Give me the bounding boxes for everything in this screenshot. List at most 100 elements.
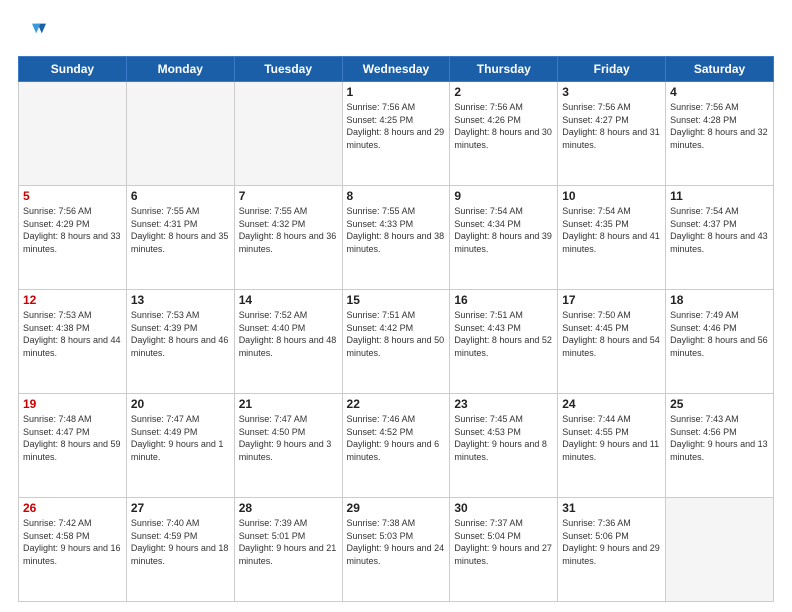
day-number: 15 <box>347 293 446 307</box>
day-info: Sunrise: 7:53 AM Sunset: 4:39 PM Dayligh… <box>131 309 230 359</box>
day-number: 6 <box>131 189 230 203</box>
day-info: Sunrise: 7:55 AM Sunset: 4:31 PM Dayligh… <box>131 205 230 255</box>
day-info: Sunrise: 7:56 AM Sunset: 4:25 PM Dayligh… <box>347 101 446 151</box>
calendar: SundayMondayTuesdayWednesdayThursdayFrid… <box>18 56 774 602</box>
day-number: 16 <box>454 293 553 307</box>
calendar-cell: 16 Sunrise: 7:51 AM Sunset: 4:43 PM Dayli… <box>450 290 558 394</box>
calendar-cell: 13 Sunrise: 7:53 AM Sunset: 4:39 PM Dayli… <box>126 290 234 394</box>
header <box>18 18 774 46</box>
week-row-5: 26Sunrise: 7:42 AM Sunset: 4:58 PM Dayli… <box>19 498 774 602</box>
day-info: Sunrise: 7:43 AM Sunset: 4:56 PM Dayligh… <box>670 413 769 463</box>
day-info: Sunrise: 7:47 AM Sunset: 4:49 PM Dayligh… <box>131 413 230 463</box>
day-info: Sunrise: 7:45 AM Sunset: 4:53 PM Dayligh… <box>454 413 553 463</box>
day-info: Sunrise: 7:54 AM Sunset: 4:34 PM Dayligh… <box>454 205 553 255</box>
calendar-cell: 29 Sunrise: 7:38 AM Sunset: 5:03 PM Dayli… <box>342 498 450 602</box>
day-number: 9 <box>454 189 553 203</box>
calendar-cell: 15 Sunrise: 7:51 AM Sunset: 4:42 PM Dayli… <box>342 290 450 394</box>
day-info: Sunrise: 7:39 AM Sunset: 5:01 PM Dayligh… <box>239 517 338 567</box>
week-row-3: 12 Sunrise: 7:53 AM Sunset: 4:38 PM Dayli… <box>19 290 774 394</box>
day-info: Sunrise: 7:54 AM Sunset: 4:35 PM Dayligh… <box>562 205 661 255</box>
day-info: Sunrise: 7:37 AM Sunset: 5:04 PM Dayligh… <box>454 517 553 567</box>
day-number: 11 <box>670 189 769 203</box>
calendar-cell: 20 Sunrise: 7:47 AM Sunset: 4:49 PM Dayli… <box>126 394 234 498</box>
calendar-cell: 3 Sunrise: 7:56 AM Sunset: 4:27 PM Daylig… <box>558 82 666 186</box>
week-row-4: 19 Sunrise: 7:48 AM Sunset: 4:47 PM Dayli… <box>19 394 774 498</box>
calendar-cell: 17Sunrise: 7:50 AM Sunset: 4:45 PM Dayli… <box>558 290 666 394</box>
calendar-cell: 1Sunrise: 7:56 AM Sunset: 4:25 PM Daylig… <box>342 82 450 186</box>
day-info: Sunrise: 7:51 AM Sunset: 4:43 PM Dayligh… <box>454 309 553 359</box>
day-number: 2 <box>454 85 553 99</box>
calendar-cell <box>666 498 774 602</box>
calendar-cell: 26Sunrise: 7:42 AM Sunset: 4:58 PM Dayli… <box>19 498 127 602</box>
day-number: 12 <box>23 293 122 307</box>
calendar-cell: 30 Sunrise: 7:37 AM Sunset: 5:04 PM Dayli… <box>450 498 558 602</box>
page: SundayMondayTuesdayWednesdayThursdayFrid… <box>0 0 792 612</box>
day-number: 29 <box>347 501 446 515</box>
day-number: 3 <box>562 85 661 99</box>
day-number: 28 <box>239 501 338 515</box>
day-info: Sunrise: 7:48 AM Sunset: 4:47 PM Dayligh… <box>23 413 122 463</box>
day-info: Sunrise: 7:56 AM Sunset: 4:27 PM Dayligh… <box>562 101 661 151</box>
weekday-header-sunday: Sunday <box>19 57 127 82</box>
logo-icon <box>18 18 46 46</box>
day-info: Sunrise: 7:53 AM Sunset: 4:38 PM Dayligh… <box>23 309 122 359</box>
weekday-header-thursday: Thursday <box>450 57 558 82</box>
calendar-cell: 28 Sunrise: 7:39 AM Sunset: 5:01 PM Dayli… <box>234 498 342 602</box>
day-info: Sunrise: 7:55 AM Sunset: 4:33 PM Dayligh… <box>347 205 446 255</box>
calendar-cell: 8 Sunrise: 7:55 AM Sunset: 4:33 PM Daylig… <box>342 186 450 290</box>
day-info: Sunrise: 7:56 AM Sunset: 4:29 PM Dayligh… <box>23 205 122 255</box>
day-info: Sunrise: 7:47 AM Sunset: 4:50 PM Dayligh… <box>239 413 338 463</box>
calendar-cell: 12 Sunrise: 7:53 AM Sunset: 4:38 PM Dayli… <box>19 290 127 394</box>
calendar-cell: 24 Sunrise: 7:44 AM Sunset: 4:55 PM Dayli… <box>558 394 666 498</box>
calendar-cell: 21 Sunrise: 7:47 AM Sunset: 4:50 PM Dayli… <box>234 394 342 498</box>
calendar-cell: 4 Sunrise: 7:56 AM Sunset: 4:28 PM Daylig… <box>666 82 774 186</box>
calendar-cell <box>19 82 127 186</box>
day-number: 31 <box>562 501 661 515</box>
day-info: Sunrise: 7:52 AM Sunset: 4:40 PM Dayligh… <box>239 309 338 359</box>
day-info: Sunrise: 7:40 AM Sunset: 4:59 PM Dayligh… <box>131 517 230 567</box>
calendar-cell: 5Sunrise: 7:56 AM Sunset: 4:29 PM Daylig… <box>19 186 127 290</box>
day-number: 8 <box>347 189 446 203</box>
day-info: Sunrise: 7:56 AM Sunset: 4:26 PM Dayligh… <box>454 101 553 151</box>
day-number: 19 <box>23 397 122 411</box>
day-number: 20 <box>131 397 230 411</box>
day-number: 26 <box>23 501 122 515</box>
day-number: 10 <box>562 189 661 203</box>
weekday-header-wednesday: Wednesday <box>342 57 450 82</box>
day-number: 18 <box>670 293 769 307</box>
day-number: 14 <box>239 293 338 307</box>
weekday-header-friday: Friday <box>558 57 666 82</box>
day-info: Sunrise: 7:55 AM Sunset: 4:32 PM Dayligh… <box>239 205 338 255</box>
day-info: Sunrise: 7:56 AM Sunset: 4:28 PM Dayligh… <box>670 101 769 151</box>
calendar-cell: 23Sunrise: 7:45 AM Sunset: 4:53 PM Dayli… <box>450 394 558 498</box>
calendar-cell: 9 Sunrise: 7:54 AM Sunset: 4:34 PM Daylig… <box>450 186 558 290</box>
logo <box>18 18 50 46</box>
calendar-cell: 10 Sunrise: 7:54 AM Sunset: 4:35 PM Dayli… <box>558 186 666 290</box>
calendar-cell: 31Sunrise: 7:36 AM Sunset: 5:06 PM Dayli… <box>558 498 666 602</box>
day-info: Sunrise: 7:44 AM Sunset: 4:55 PM Dayligh… <box>562 413 661 463</box>
day-number: 13 <box>131 293 230 307</box>
calendar-cell: 11 Sunrise: 7:54 AM Sunset: 4:37 PM Dayli… <box>666 186 774 290</box>
calendar-cell <box>234 82 342 186</box>
weekday-header-row: SundayMondayTuesdayWednesdayThursdayFrid… <box>19 57 774 82</box>
calendar-cell: 2 Sunrise: 7:56 AM Sunset: 4:26 PM Daylig… <box>450 82 558 186</box>
weekday-header-saturday: Saturday <box>666 57 774 82</box>
day-number: 27 <box>131 501 230 515</box>
weekday-header-monday: Monday <box>126 57 234 82</box>
day-number: 21 <box>239 397 338 411</box>
day-number: 25 <box>670 397 769 411</box>
day-info: Sunrise: 7:54 AM Sunset: 4:37 PM Dayligh… <box>670 205 769 255</box>
day-number: 24 <box>562 397 661 411</box>
day-info: Sunrise: 7:51 AM Sunset: 4:42 PM Dayligh… <box>347 309 446 359</box>
calendar-cell: 18Sunrise: 7:49 AM Sunset: 4:46 PM Dayli… <box>666 290 774 394</box>
week-row-2: 5Sunrise: 7:56 AM Sunset: 4:29 PM Daylig… <box>19 186 774 290</box>
calendar-cell <box>126 82 234 186</box>
calendar-cell: 25 Sunrise: 7:43 AM Sunset: 4:56 PM Dayli… <box>666 394 774 498</box>
day-number: 17 <box>562 293 661 307</box>
day-info: Sunrise: 7:46 AM Sunset: 4:52 PM Dayligh… <box>347 413 446 463</box>
day-number: 7 <box>239 189 338 203</box>
calendar-cell: 7 Sunrise: 7:55 AM Sunset: 4:32 PM Daylig… <box>234 186 342 290</box>
day-info: Sunrise: 7:38 AM Sunset: 5:03 PM Dayligh… <box>347 517 446 567</box>
day-number: 4 <box>670 85 769 99</box>
day-number: 30 <box>454 501 553 515</box>
